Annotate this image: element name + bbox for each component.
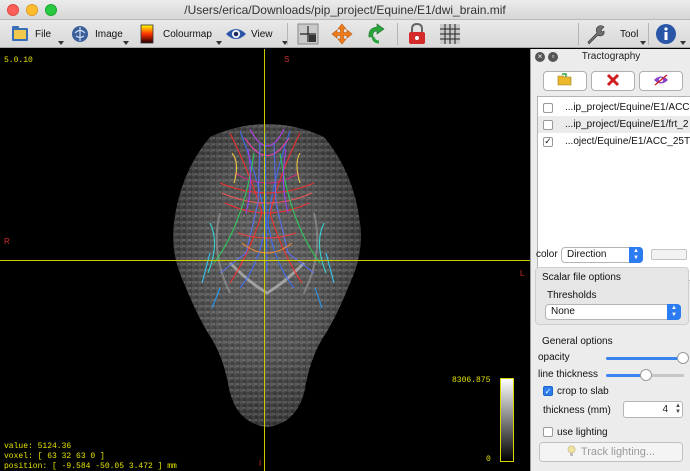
hide-tractogram-button[interactable] <box>639 71 683 91</box>
crosshair-horizontal <box>0 260 530 261</box>
pan-mode-button[interactable] <box>330 20 354 48</box>
track-name: ...ip_project/Equine/E1/ACC <box>565 102 690 113</box>
rotate-arrow-icon <box>364 22 388 46</box>
opacity-slider-handle[interactable] <box>677 352 689 364</box>
line-thickness-label: line thickness <box>538 369 599 380</box>
red-x-icon <box>606 73 620 90</box>
thickness-spinbox[interactable]: 4 ▲ ▼ <box>623 401 683 418</box>
thresholds-label: Thresholds <box>547 290 597 301</box>
crosshair-cursor-icon <box>296 22 320 46</box>
crop-to-slab-label: crop to slab <box>557 386 609 397</box>
colourmap-menu-label: Colourmap <box>163 28 212 40</box>
thresholds-select[interactable]: None ▲ ▼ <box>545 304 681 320</box>
toolbar-separator <box>397 23 398 45</box>
image-menu-button[interactable]: Image <box>68 20 129 48</box>
file-menu-button[interactable]: File <box>8 20 64 48</box>
thickness-label: thickness (mm) <box>543 405 611 416</box>
list-item[interactable]: ✓ ...oject/Equine/E1/ACC_25T <box>538 133 690 150</box>
use-lighting-checkbox[interactable] <box>543 427 553 437</box>
close-tractogram-button[interactable] <box>591 71 635 91</box>
orientation-right-label: L <box>520 269 525 278</box>
image-menu-label: Image <box>95 28 123 40</box>
crosshair-vertical <box>264 49 265 471</box>
colorbar <box>500 378 514 462</box>
chevron-down-icon <box>123 41 129 45</box>
version-label: 5.0.10 <box>4 56 33 65</box>
select-arrows-icon: ▲ ▼ <box>629 247 643 263</box>
chevron-down-icon <box>216 41 222 45</box>
panel-title: Tractography <box>581 51 641 62</box>
chevron-down-icon <box>58 41 64 45</box>
color-label: color <box>536 249 558 260</box>
chevron-down-icon <box>640 41 646 45</box>
folder-icon <box>8 22 32 46</box>
panel-header: × ▫ Tractography <box>531 49 690 65</box>
thickness-value: 4 <box>662 404 668 415</box>
colourmap-icon <box>136 22 160 46</box>
file-menu-label: File <box>35 28 52 40</box>
value-readout: value: 5124.36 <box>4 442 72 451</box>
main-toolbar: File Image Colourmap View Tool <box>0 20 690 48</box>
brain-slice-image <box>173 124 361 427</box>
opacity-label: opacity <box>538 352 570 363</box>
track-visible-checkbox[interactable] <box>543 119 553 130</box>
orientation-left-label: R <box>4 237 10 246</box>
toolbar-separator <box>648 23 649 45</box>
general-options-label: General options <box>542 336 613 347</box>
rotate-mode-button[interactable] <box>364 20 388 48</box>
track-visible-checkbox[interactable]: ✓ <box>543 136 553 147</box>
colourmap-menu-button[interactable]: Colourmap <box>136 20 222 48</box>
wrench-icon <box>584 22 608 46</box>
orientation-top-label: S <box>284 55 290 64</box>
tractography-panel: × ▫ Tractography ...ip_project/Equine/E1… <box>530 49 690 471</box>
info-button[interactable] <box>654 20 686 48</box>
open-tractogram-button[interactable] <box>543 71 587 91</box>
grid-toggle-button[interactable] <box>438 20 462 48</box>
position-readout: position: [ -9.584 -50.05 3.472 ] mm <box>4 462 177 471</box>
use-lighting-label: use lighting <box>557 427 608 438</box>
voxel-readout: voxel: [ 63 32 63 0 ] <box>4 452 105 461</box>
tool-menu-button[interactable]: Tool <box>584 20 646 48</box>
toolbar-separator <box>287 23 288 45</box>
track-lighting-button[interactable]: Track lighting... <box>539 442 683 462</box>
lightbulb-icon <box>567 445 576 460</box>
colorbar-max-label: 8306.875 <box>452 376 491 385</box>
lock-icon <box>405 22 429 46</box>
crop-to-slab-checkbox[interactable]: ✓ <box>543 386 553 396</box>
move-arrows-icon <box>330 22 354 46</box>
window-title: /Users/erica/Downloads/pip_project/Equin… <box>184 3 506 17</box>
lock-button[interactable] <box>405 20 429 48</box>
thresholds-value: None <box>551 306 575 317</box>
toolbar-separator <box>578 23 579 45</box>
grid-icon <box>438 22 462 46</box>
mode-select-button[interactable] <box>296 20 320 48</box>
scalar-file-options-label: Scalar file options <box>542 272 621 283</box>
chevron-down-icon <box>680 41 686 45</box>
spin-arrows-icon[interactable]: ▲ ▼ <box>675 403 681 415</box>
track-name: ...ip_project/Equine/E1/frt_2 <box>565 119 689 130</box>
tool-menu-label: Tool <box>620 28 639 40</box>
title-bar: /Users/erica/Downloads/pip_project/Equin… <box>0 0 690 20</box>
orientation-bottom-label: I <box>259 459 262 468</box>
color-mode-value: Direction <box>567 249 607 260</box>
list-item[interactable]: ...ip_project/Equine/E1/frt_2 <box>538 116 690 133</box>
view-menu-button[interactable]: View <box>224 20 288 48</box>
eye-icon <box>224 22 248 46</box>
open-folder-icon <box>557 72 573 90</box>
opacity-slider-track[interactable] <box>606 357 684 360</box>
track-lighting-label: Track lighting... <box>580 446 656 458</box>
brain-icon <box>68 22 92 46</box>
line-thickness-slider-handle[interactable] <box>640 369 652 381</box>
select-arrows-icon: ▲ ▼ <box>667 304 681 320</box>
colorbar-min-label: 0 <box>486 455 491 464</box>
image-viewport[interactable]: 5.0.10 S R L I 8306.875 0 value: 5124.36… <box>0 49 530 471</box>
track-name: ...oject/Equine/E1/ACC_25T <box>565 136 690 147</box>
list-item[interactable]: ...ip_project/Equine/E1/ACC <box>538 99 690 116</box>
eye-slash-icon <box>653 73 669 89</box>
track-visible-checkbox[interactable] <box>543 102 553 113</box>
color-mode-select[interactable]: Direction ▲ ▼ <box>561 247 643 263</box>
info-icon <box>654 22 678 46</box>
view-menu-label: View <box>251 28 273 40</box>
color-swatch-button[interactable] <box>651 249 687 260</box>
